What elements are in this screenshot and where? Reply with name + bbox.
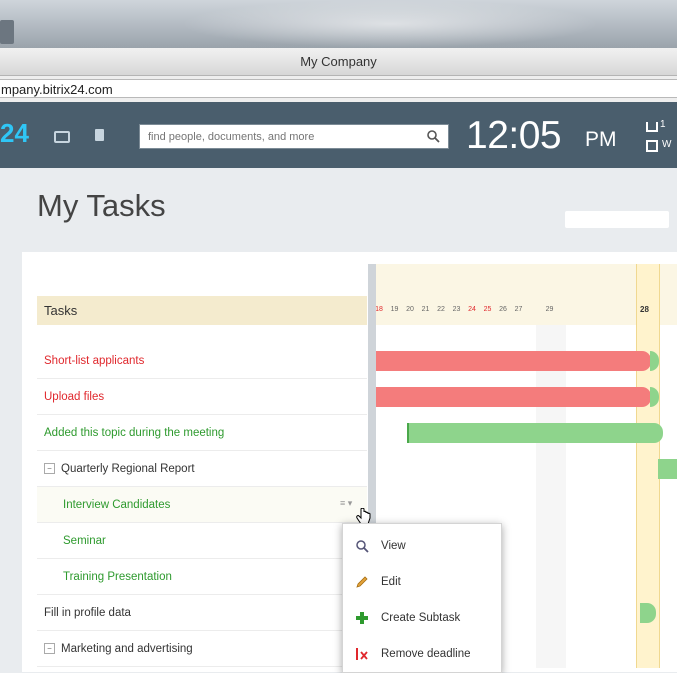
menu-item-label: Edit (381, 576, 401, 588)
task-row[interactable]: Added this topic during the meeting (37, 415, 367, 451)
menu-item-label: View (381, 540, 406, 552)
menu-item-edit[interactable]: Edit (343, 564, 501, 600)
gantt-bar-overdue[interactable] (376, 351, 651, 371)
task-title[interactable]: Seminar (63, 535, 106, 547)
gantt-bar-active[interactable] (658, 459, 677, 479)
task-row[interactable]: Upload files (37, 379, 367, 415)
weekend-column (536, 325, 566, 668)
collapse-icon[interactable]: − (44, 463, 55, 475)
task-title[interactable]: Short-list applicants (44, 355, 144, 367)
app-header: 24 12:05 PM 1 W (0, 102, 677, 168)
pencil-icon (356, 576, 368, 588)
task-group-row[interactable]: − Marketing and advertising (37, 631, 367, 667)
magnifier-icon (356, 540, 369, 553)
gantt-day-label: 29 (545, 306, 554, 313)
task-title[interactable]: Fill in profile data (44, 607, 131, 619)
task-row[interactable]: Short-list applicants (37, 343, 367, 379)
task-row[interactable]: Fill in profile data (37, 595, 367, 631)
gantt-day-label: 23 (452, 306, 461, 313)
gantt-header (376, 264, 677, 325)
tasks-column-header: Tasks (37, 296, 367, 325)
task-title[interactable]: Interview Candidates (63, 499, 170, 511)
task-context-menu: View Edit Create Subtask Remove deadline (342, 523, 502, 673)
gantt-day-label: 25 (483, 306, 492, 313)
gantt-day-label: 21 (421, 306, 430, 313)
chat-icon[interactable] (54, 131, 70, 143)
search-box (139, 124, 449, 149)
menu-item-view[interactable]: View (343, 528, 501, 564)
clock-ampm: PM (585, 128, 617, 151)
remove-deadline-icon (356, 648, 368, 660)
url-field[interactable]: mpany.bitrix24.com (0, 79, 677, 98)
address-bar: mpany.bitrix24.com (0, 76, 677, 103)
task-title[interactable]: Marketing and advertising (61, 643, 193, 655)
task-row-hovered[interactable]: Interview Candidates (37, 487, 367, 523)
gantt-day-label: 26 (499, 306, 507, 313)
task-row[interactable]: Seminar (37, 523, 367, 559)
gantt-bar-overdue[interactable] (376, 387, 651, 407)
task-row[interactable]: Training Presentation (37, 559, 367, 595)
bitrix-logo[interactable]: 24 (0, 118, 29, 149)
workday-icon[interactable] (646, 140, 658, 152)
gantt-day-label: 27 (514, 306, 523, 313)
menu-item-label: Create Subtask (381, 612, 461, 624)
task-title[interactable]: Upload files (44, 391, 104, 403)
gantt-day-label: 24 (468, 306, 476, 313)
gantt-day-label: 19 (390, 306, 399, 313)
document-icon[interactable] (95, 129, 104, 141)
task-title[interactable]: Training Presentation (63, 571, 172, 583)
clock-time: 12:05 (466, 114, 562, 157)
plus-icon (356, 612, 368, 624)
task-title[interactable]: Added this topic during the meeting (44, 427, 224, 439)
status-count: 1 (660, 119, 666, 130)
window-title: My Company (0, 48, 677, 76)
gantt-bar-active[interactable] (407, 423, 663, 443)
search-icon[interactable] (426, 129, 440, 143)
menu-item-create-subtask[interactable]: Create Subtask (343, 600, 501, 636)
task-title[interactable]: Quarterly Regional Report (61, 463, 195, 475)
os-corner-icon (0, 20, 14, 44)
menu-item-label: Remove deadline (381, 648, 471, 660)
desktop-sheen (180, 0, 600, 48)
os-desktop-bar (0, 0, 677, 48)
gantt-bar-active[interactable] (640, 603, 656, 623)
gantt-day-label: 20 (406, 306, 414, 313)
today-label: 28 (640, 305, 649, 314)
collapse-icon[interactable]: − (44, 643, 55, 655)
view-toggle[interactable] (565, 211, 669, 228)
workday-label: W (662, 139, 672, 150)
search-input[interactable] (148, 125, 408, 148)
task-group-row[interactable]: − Quarterly Regional Report (37, 451, 367, 487)
menu-item-remove-deadline[interactable]: Remove deadline (343, 636, 501, 672)
gantt-day-label: 22 (437, 306, 445, 313)
status-icon[interactable] (646, 122, 658, 132)
page-title: My Tasks (37, 188, 166, 223)
